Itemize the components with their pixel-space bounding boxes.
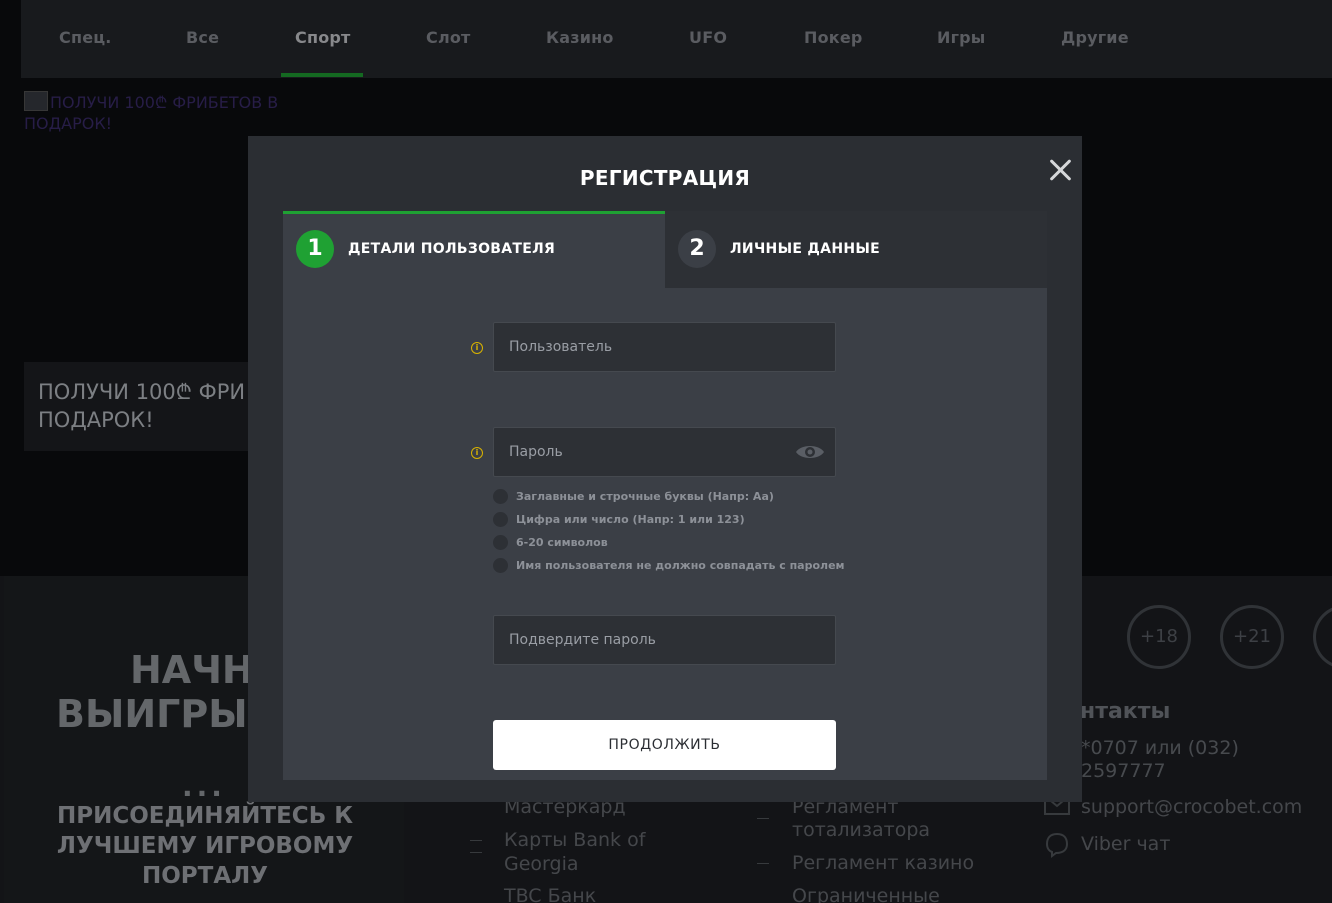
password-info-icon[interactable]: i [471,447,483,459]
confirm-password-field[interactable] [493,615,836,665]
password-rule-text: 6-20 символов [516,536,608,549]
password-rule-length: 6-20 символов [493,535,845,558]
registration-steps: 1 ДЕТАЛИ ПОЛЬЗОВАТЕЛЯ 2 ЛИЧНЫЕ ДАННЫЕ [283,211,1047,288]
username-info-icon[interactable]: i [471,342,483,354]
password-input[interactable] [494,428,835,476]
username-input[interactable] [494,323,835,371]
rule-status-dot [493,489,508,504]
eye-icon[interactable] [795,442,825,462]
confirm-password-input[interactable] [494,616,835,664]
step-1-label: ДЕТАЛИ ПОЛЬЗОВАТЕЛЯ [348,241,556,257]
password-rule-digit: Цифра или число (Напр: 1 или 123) [493,512,845,535]
password-rule-text: Цифра или число (Напр: 1 или 123) [516,513,745,526]
step-2-number: 2 [678,230,716,268]
password-rule-case: Заглавные и строчные буквы (Напр: Аа) [493,489,845,512]
username-field[interactable] [493,322,836,372]
continue-button[interactable]: ПРОДОЛЖИТЬ [493,720,836,770]
rule-status-dot [493,512,508,527]
rule-status-dot [493,535,508,550]
rule-status-dot [493,558,508,573]
step-1-number: 1 [296,230,334,268]
password-rule-text: Имя пользователя не должно совпадать с п… [516,559,845,572]
close-icon[interactable] [1044,154,1076,186]
step-2-label: ЛИЧНЫЕ ДАННЫЕ [730,241,881,257]
step-personal-data[interactable]: 2 ЛИЧНЫЕ ДАННЫЕ [665,211,1047,288]
password-rules-list: Заглавные и строчные буквы (Напр: Аа) Ци… [493,489,845,581]
step-user-details[interactable]: 1 ДЕТАЛИ ПОЛЬЗОВАТЕЛЯ [283,211,665,288]
registration-form: i i Заглавные и строчные буквы (Напр: Аа… [283,288,1047,780]
password-rule-not-username: Имя пользователя не должно совпадать с п… [493,558,845,581]
password-field[interactable] [493,427,836,477]
password-rule-text: Заглавные и строчные буквы (Напр: Аа) [516,490,774,503]
registration-modal: РЕГИСТРАЦИЯ 1 ДЕТАЛИ ПОЛЬЗОВАТЕЛЯ 2 ЛИЧН… [248,136,1082,802]
modal-title: РЕГИСТРАЦИЯ [579,166,751,190]
